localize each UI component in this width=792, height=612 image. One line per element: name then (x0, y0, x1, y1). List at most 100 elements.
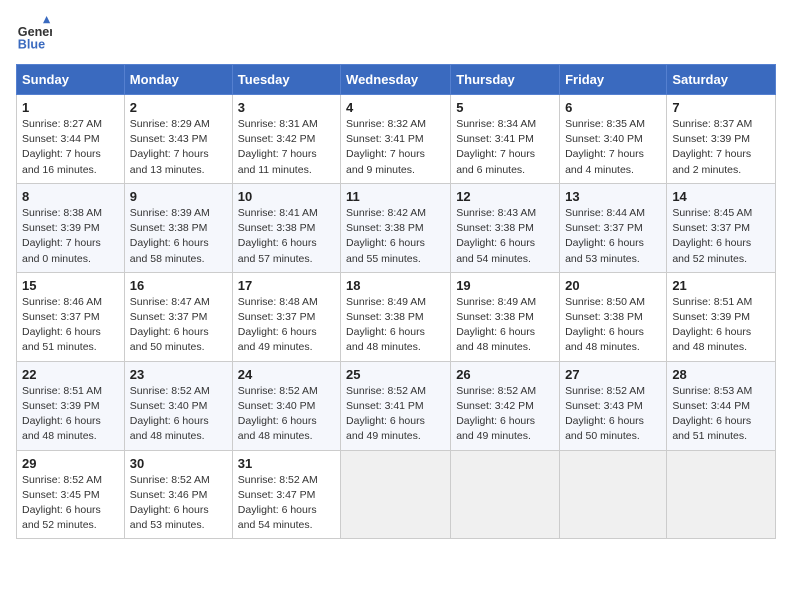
day-number: 29 (22, 456, 119, 471)
day-detail: Sunrise: 8:41 AM Sunset: 3:38 PM Dayligh… (238, 206, 335, 267)
day-number: 7 (672, 100, 770, 115)
day-detail: Sunrise: 8:35 AM Sunset: 3:40 PM Dayligh… (565, 117, 661, 178)
day-number: 18 (346, 278, 445, 293)
calendar-cell: 2 Sunrise: 8:29 AM Sunset: 3:43 PM Dayli… (124, 95, 232, 184)
day-number: 19 (456, 278, 554, 293)
calendar-cell: 1 Sunrise: 8:27 AM Sunset: 3:44 PM Dayli… (17, 95, 125, 184)
calendar-week-row: 8 Sunrise: 8:38 AM Sunset: 3:39 PM Dayli… (17, 183, 776, 272)
calendar-cell (667, 450, 776, 539)
calendar-cell: 16 Sunrise: 8:47 AM Sunset: 3:37 PM Dayl… (124, 272, 232, 361)
col-header-thursday: Thursday (451, 65, 560, 95)
day-detail: Sunrise: 8:42 AM Sunset: 3:38 PM Dayligh… (346, 206, 445, 267)
calendar-cell: 23 Sunrise: 8:52 AM Sunset: 3:40 PM Dayl… (124, 361, 232, 450)
day-detail: Sunrise: 8:34 AM Sunset: 3:41 PM Dayligh… (456, 117, 554, 178)
calendar-cell: 5 Sunrise: 8:34 AM Sunset: 3:41 PM Dayli… (451, 95, 560, 184)
calendar-cell: 10 Sunrise: 8:41 AM Sunset: 3:38 PM Dayl… (232, 183, 340, 272)
calendar-cell: 27 Sunrise: 8:52 AM Sunset: 3:43 PM Dayl… (560, 361, 667, 450)
calendar-cell: 6 Sunrise: 8:35 AM Sunset: 3:40 PM Dayli… (560, 95, 667, 184)
day-number: 26 (456, 367, 554, 382)
day-detail: Sunrise: 8:47 AM Sunset: 3:37 PM Dayligh… (130, 295, 227, 356)
day-detail: Sunrise: 8:29 AM Sunset: 3:43 PM Dayligh… (130, 117, 227, 178)
calendar-cell: 29 Sunrise: 8:52 AM Sunset: 3:45 PM Dayl… (17, 450, 125, 539)
day-detail: Sunrise: 8:52 AM Sunset: 3:40 PM Dayligh… (130, 384, 227, 445)
day-detail: Sunrise: 8:27 AM Sunset: 3:44 PM Dayligh… (22, 117, 119, 178)
day-number: 8 (22, 189, 119, 204)
day-number: 11 (346, 189, 445, 204)
day-detail: Sunrise: 8:38 AM Sunset: 3:39 PM Dayligh… (22, 206, 119, 267)
day-detail: Sunrise: 8:52 AM Sunset: 3:41 PM Dayligh… (346, 384, 445, 445)
day-number: 10 (238, 189, 335, 204)
calendar-cell: 30 Sunrise: 8:52 AM Sunset: 3:46 PM Dayl… (124, 450, 232, 539)
day-number: 20 (565, 278, 661, 293)
day-detail: Sunrise: 8:43 AM Sunset: 3:38 PM Dayligh… (456, 206, 554, 267)
calendar-cell: 3 Sunrise: 8:31 AM Sunset: 3:42 PM Dayli… (232, 95, 340, 184)
day-number: 3 (238, 100, 335, 115)
day-number: 28 (672, 367, 770, 382)
day-number: 5 (456, 100, 554, 115)
calendar-cell: 8 Sunrise: 8:38 AM Sunset: 3:39 PM Dayli… (17, 183, 125, 272)
day-number: 15 (22, 278, 119, 293)
day-detail: Sunrise: 8:52 AM Sunset: 3:47 PM Dayligh… (238, 473, 335, 534)
day-number: 9 (130, 189, 227, 204)
day-detail: Sunrise: 8:50 AM Sunset: 3:38 PM Dayligh… (565, 295, 661, 356)
col-header-monday: Monday (124, 65, 232, 95)
logo-icon: General Blue (16, 16, 52, 52)
logo: General Blue (16, 16, 52, 52)
day-number: 1 (22, 100, 119, 115)
day-number: 17 (238, 278, 335, 293)
col-header-tuesday: Tuesday (232, 65, 340, 95)
calendar-week-row: 22 Sunrise: 8:51 AM Sunset: 3:39 PM Dayl… (17, 361, 776, 450)
calendar-cell: 19 Sunrise: 8:49 AM Sunset: 3:38 PM Dayl… (451, 272, 560, 361)
day-detail: Sunrise: 8:52 AM Sunset: 3:45 PM Dayligh… (22, 473, 119, 534)
calendar-cell: 15 Sunrise: 8:46 AM Sunset: 3:37 PM Dayl… (17, 272, 125, 361)
day-number: 2 (130, 100, 227, 115)
day-number: 30 (130, 456, 227, 471)
calendar-cell: 17 Sunrise: 8:48 AM Sunset: 3:37 PM Dayl… (232, 272, 340, 361)
day-detail: Sunrise: 8:45 AM Sunset: 3:37 PM Dayligh… (672, 206, 770, 267)
calendar-cell: 9 Sunrise: 8:39 AM Sunset: 3:38 PM Dayli… (124, 183, 232, 272)
day-detail: Sunrise: 8:53 AM Sunset: 3:44 PM Dayligh… (672, 384, 770, 445)
day-number: 21 (672, 278, 770, 293)
day-detail: Sunrise: 8:52 AM Sunset: 3:42 PM Dayligh… (456, 384, 554, 445)
calendar-table: SundayMondayTuesdayWednesdayThursdayFrid… (16, 64, 776, 539)
calendar-cell: 12 Sunrise: 8:43 AM Sunset: 3:38 PM Dayl… (451, 183, 560, 272)
calendar-cell (341, 450, 451, 539)
col-header-sunday: Sunday (17, 65, 125, 95)
day-detail: Sunrise: 8:51 AM Sunset: 3:39 PM Dayligh… (672, 295, 770, 356)
calendar-cell: 28 Sunrise: 8:53 AM Sunset: 3:44 PM Dayl… (667, 361, 776, 450)
day-detail: Sunrise: 8:46 AM Sunset: 3:37 PM Dayligh… (22, 295, 119, 356)
calendar-cell: 21 Sunrise: 8:51 AM Sunset: 3:39 PM Dayl… (667, 272, 776, 361)
day-number: 27 (565, 367, 661, 382)
calendar-week-row: 1 Sunrise: 8:27 AM Sunset: 3:44 PM Dayli… (17, 95, 776, 184)
calendar-cell (451, 450, 560, 539)
day-number: 22 (22, 367, 119, 382)
day-number: 31 (238, 456, 335, 471)
day-number: 16 (130, 278, 227, 293)
day-detail: Sunrise: 8:31 AM Sunset: 3:42 PM Dayligh… (238, 117, 335, 178)
calendar-cell: 13 Sunrise: 8:44 AM Sunset: 3:37 PM Dayl… (560, 183, 667, 272)
col-header-saturday: Saturday (667, 65, 776, 95)
day-number: 14 (672, 189, 770, 204)
day-number: 25 (346, 367, 445, 382)
calendar-cell: 25 Sunrise: 8:52 AM Sunset: 3:41 PM Dayl… (341, 361, 451, 450)
day-detail: Sunrise: 8:32 AM Sunset: 3:41 PM Dayligh… (346, 117, 445, 178)
calendar-week-row: 29 Sunrise: 8:52 AM Sunset: 3:45 PM Dayl… (17, 450, 776, 539)
day-number: 24 (238, 367, 335, 382)
calendar-header-row: SundayMondayTuesdayWednesdayThursdayFrid… (17, 65, 776, 95)
calendar-cell (560, 450, 667, 539)
day-number: 23 (130, 367, 227, 382)
day-number: 13 (565, 189, 661, 204)
calendar-cell: 22 Sunrise: 8:51 AM Sunset: 3:39 PM Dayl… (17, 361, 125, 450)
calendar-cell: 24 Sunrise: 8:52 AM Sunset: 3:40 PM Dayl… (232, 361, 340, 450)
calendar-cell: 4 Sunrise: 8:32 AM Sunset: 3:41 PM Dayli… (341, 95, 451, 184)
calendar-cell: 20 Sunrise: 8:50 AM Sunset: 3:38 PM Dayl… (560, 272, 667, 361)
calendar-cell: 18 Sunrise: 8:49 AM Sunset: 3:38 PM Dayl… (341, 272, 451, 361)
day-detail: Sunrise: 8:49 AM Sunset: 3:38 PM Dayligh… (346, 295, 445, 356)
day-detail: Sunrise: 8:48 AM Sunset: 3:37 PM Dayligh… (238, 295, 335, 356)
calendar-cell: 11 Sunrise: 8:42 AM Sunset: 3:38 PM Dayl… (341, 183, 451, 272)
day-detail: Sunrise: 8:52 AM Sunset: 3:46 PM Dayligh… (130, 473, 227, 534)
day-detail: Sunrise: 8:52 AM Sunset: 3:43 PM Dayligh… (565, 384, 661, 445)
day-detail: Sunrise: 8:51 AM Sunset: 3:39 PM Dayligh… (22, 384, 119, 445)
calendar-cell: 7 Sunrise: 8:37 AM Sunset: 3:39 PM Dayli… (667, 95, 776, 184)
svg-text:Blue: Blue (18, 37, 45, 51)
